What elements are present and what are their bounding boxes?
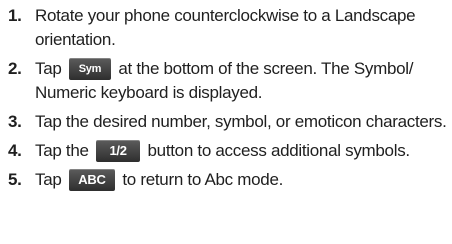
abc-key-icon: ABC: [68, 168, 115, 191]
step-text-before: Tap: [35, 59, 66, 78]
step-text: Tap the desired number, symbol, or emoti…: [35, 112, 447, 131]
step-text-before: Tap: [35, 170, 66, 189]
step-text-after: to return to Abc mode.: [117, 170, 284, 189]
sym-key-icon: Sym: [68, 57, 111, 80]
step-1: 1. Rotate your phone counterclockwise to…: [8, 4, 448, 52]
step-text-before: Tap the: [35, 141, 94, 160]
step-number: 3.: [8, 112, 22, 131]
step-2: 2. Tap Sym at the bottom of the screen. …: [8, 57, 448, 105]
step-3: 3. Tap the desired number, symbol, or em…: [8, 110, 448, 134]
instruction-steps: 1. Rotate your phone counterclockwise to…: [8, 4, 448, 197]
step-number: 1.: [8, 6, 22, 25]
step-5: 5. Tap ABC to return to Abc mode.: [8, 168, 448, 192]
step-4: 4. Tap the 1/2 button to access addition…: [8, 139, 448, 163]
step-text-after: button to access additional symbols.: [143, 141, 411, 160]
step-number: 5.: [8, 170, 22, 189]
step-number: 4.: [8, 141, 22, 160]
page-toggle-key-icon: 1/2: [96, 139, 141, 162]
step-text: Rotate your phone counterclockwise to a …: [35, 6, 416, 49]
step-number: 2.: [8, 59, 22, 78]
